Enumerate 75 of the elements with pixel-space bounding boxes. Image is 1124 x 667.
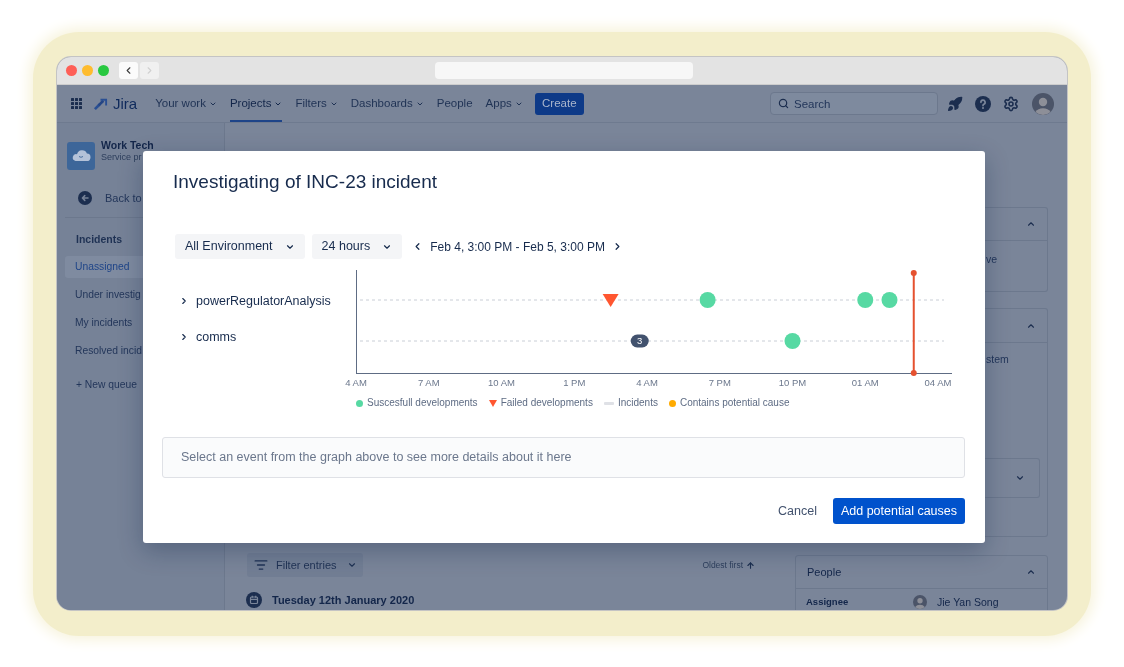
legend-label: Failed developments <box>500 397 593 409</box>
search-icon <box>778 98 789 109</box>
panel-text: stem <box>986 353 1009 365</box>
nav-menu-button[interactable]: Apps <box>485 85 523 122</box>
modal-title: Investigating of INC-23 incident <box>173 171 438 193</box>
add-causes-button[interactable]: Add potential causes <box>832 498 965 524</box>
back-arrow-icon <box>78 191 92 205</box>
axis-tick-label: 01 AM <box>851 376 879 388</box>
chevron-down-icon <box>346 560 357 570</box>
axis-tick-label: 7 PM <box>708 376 731 388</box>
legend-label: Incidents <box>617 397 658 409</box>
project-type: Service pr <box>101 152 142 163</box>
event-triangle-marker[interactable] <box>602 294 619 307</box>
chevron-up-icon[interactable] <box>1026 219 1036 229</box>
service-row-toggle[interactable]: comms <box>175 329 237 345</box>
axis-tick-label: 4 AM <box>345 376 367 388</box>
filter-entries-button[interactable]: Filter entries <box>247 553 363 577</box>
nav-menu-button[interactable]: Your work <box>155 85 217 122</box>
section-title: Incidents <box>76 233 123 245</box>
product-name[interactable]: Jira <box>113 94 138 113</box>
create-button[interactable]: Create <box>534 92 584 115</box>
cluster-count: 3 <box>637 335 643 347</box>
app-switcher-icon[interactable] <box>71 97 83 110</box>
panel-text: ve <box>986 253 998 265</box>
axis-tick-label: 4 AM <box>636 376 658 388</box>
chevron-down-icon <box>1015 473 1025 483</box>
avatar-icon[interactable] <box>1032 92 1054 115</box>
nav-menu-button[interactable]: Filters <box>295 85 338 122</box>
axis-tick-label: 04 AM <box>924 376 952 388</box>
sort-order-button[interactable]: Oldest first <box>702 558 755 572</box>
queue-item[interactable]: Resolved incid <box>65 340 143 362</box>
assignee-name: Jie Yan Song <box>937 596 999 608</box>
maximize-window-button[interactable] <box>98 65 109 76</box>
logo-icon[interactable] <box>93 96 108 111</box>
date-range-label: Feb 4, 3:00 PM - Feb 5, 3:00 PM <box>430 239 605 254</box>
date-heading: Tuesday 12th January 2020 <box>272 593 415 607</box>
event-dot-marker[interactable] <box>857 292 874 308</box>
filter-icon <box>254 558 268 572</box>
back-button[interactable] <box>119 62 138 79</box>
search-field[interactable]: Search <box>770 92 938 115</box>
project-name: Work Tech <box>101 139 154 151</box>
minimize-window-button[interactable] <box>82 65 93 76</box>
event-details-hint: Select an event from the graph above to see more details about it here <box>181 450 572 465</box>
new-queue-link[interactable]: + New queue <box>76 379 137 391</box>
axis-tick-label: 7 AM <box>417 376 440 388</box>
avatar-icon[interactable] <box>913 595 927 609</box>
nav-menu-button[interactable]: Dashboards <box>350 85 424 122</box>
help-icon[interactable] <box>975 95 991 112</box>
legend-label: Suscesfull developments <box>367 397 478 409</box>
close-window-button[interactable] <box>66 65 77 76</box>
cancel-button[interactable]: Cancel <box>770 498 825 524</box>
event-cluster-badge[interactable]: 3 <box>630 334 649 348</box>
nav-menu-button[interactable]: People <box>436 85 473 122</box>
settings-icon[interactable] <box>1003 95 1019 112</box>
arrow-up-icon <box>746 560 755 570</box>
queue-item[interactable]: Unassigned <box>65 256 143 278</box>
axis-tick-label: 10 AM <box>488 376 515 388</box>
queue-item[interactable]: Under investig <box>65 284 143 306</box>
field-label: Assignee <box>806 596 850 608</box>
event-dot-marker[interactable] <box>881 292 898 308</box>
panel-title: People <box>807 565 842 579</box>
event-dot-marker[interactable] <box>784 333 801 349</box>
back-link[interactable]: Back to <box>78 190 142 206</box>
event-dot-marker[interactable] <box>699 292 716 308</box>
legend-label: Contains potential cause <box>679 397 790 409</box>
axis-tick-label: 10 PM <box>778 376 807 388</box>
chevron-up-icon[interactable] <box>1026 567 1036 577</box>
filter-dropdown[interactable]: All Environment <box>175 234 305 259</box>
project-cloud-icon <box>67 142 95 170</box>
service-row-toggle[interactable]: powerRegulatorAnalysis <box>175 293 331 309</box>
queue-item[interactable]: My incidents <box>65 312 143 334</box>
filter-dropdown[interactable]: 24 hours <box>311 234 403 259</box>
rocket-icon[interactable] <box>947 95 963 112</box>
nav-menu-button[interactable]: Projects <box>229 85 283 122</box>
axis-tick-label: 1 PM <box>563 376 586 388</box>
